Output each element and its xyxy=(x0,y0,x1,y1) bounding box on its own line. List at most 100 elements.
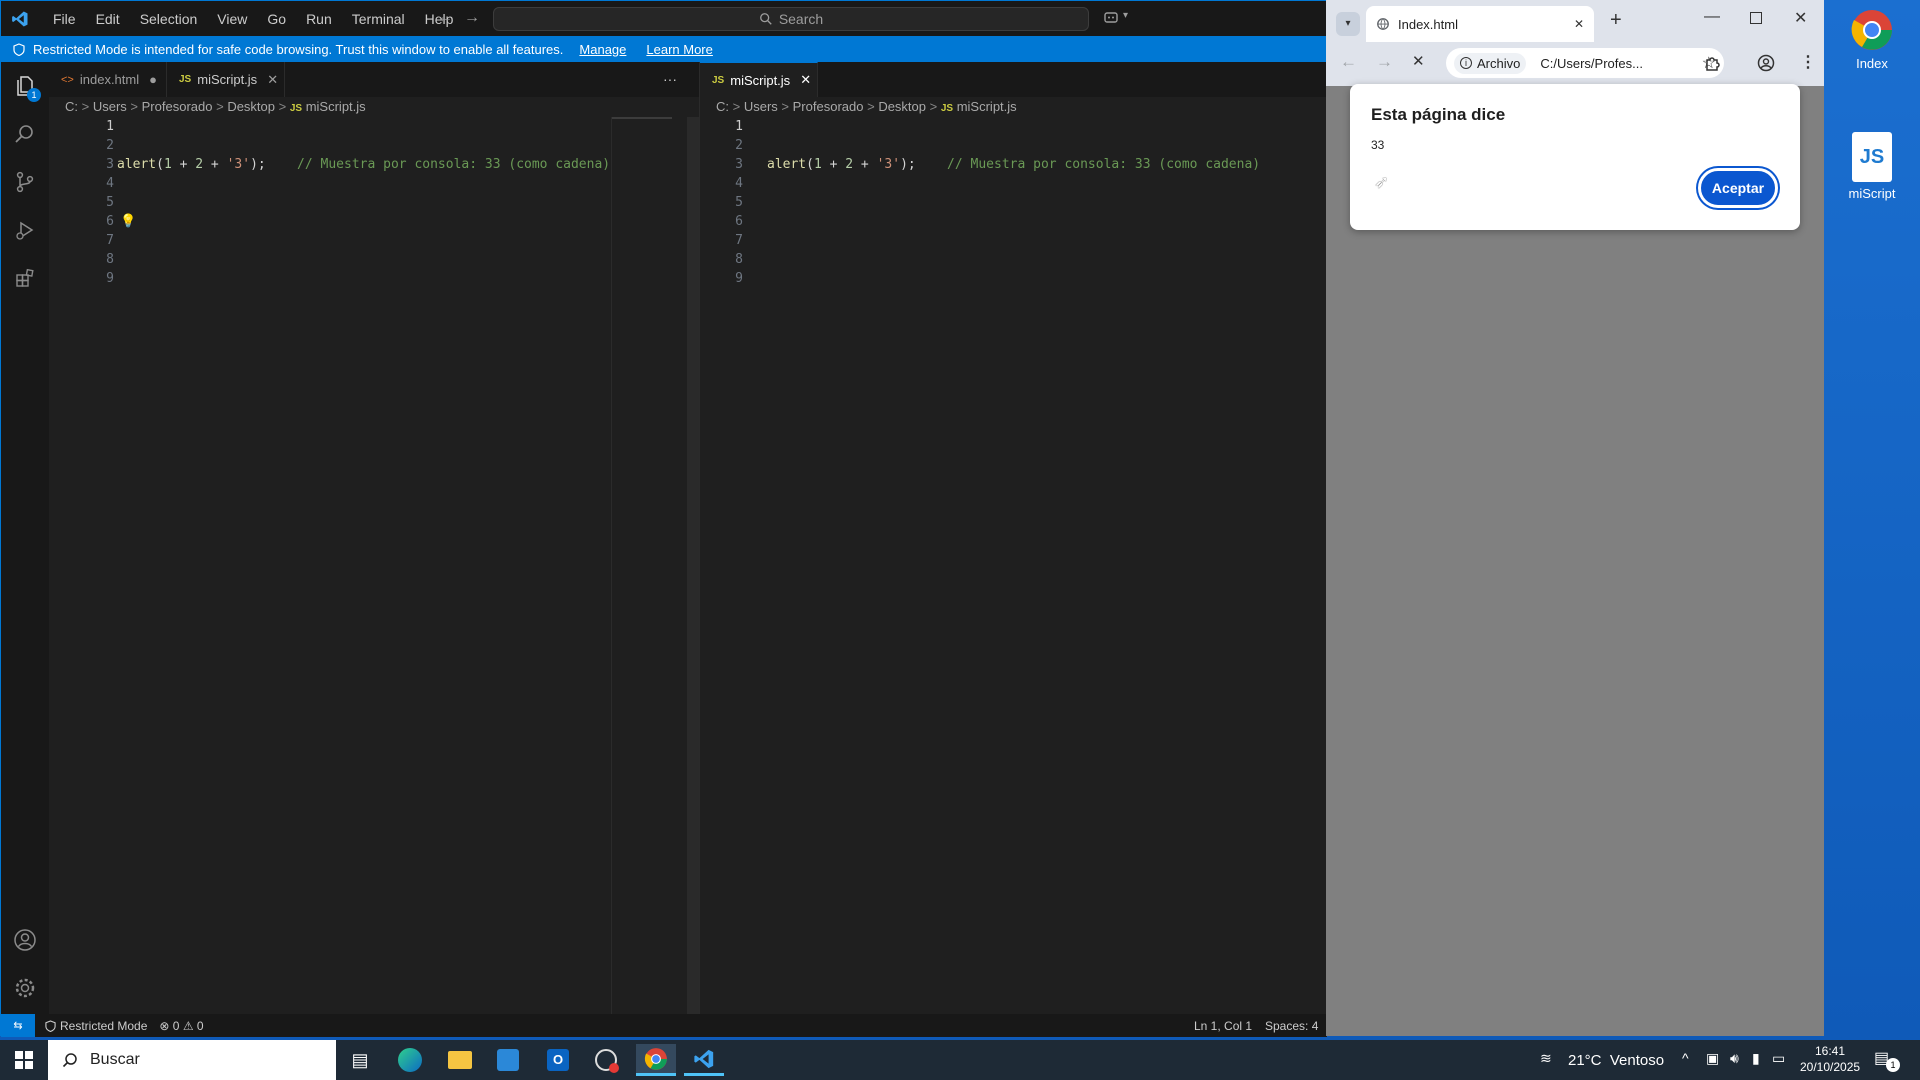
desktop-icon-index[interactable]: Index xyxy=(1832,8,1912,71)
back-arrow-icon[interactable]: ← xyxy=(437,9,453,27)
search-placeholder: Buscar xyxy=(90,1051,140,1068)
breadcrumb-item[interactable]: Profesorado xyxy=(793,99,864,114)
command-center-search[interactable]: Search xyxy=(493,7,1089,31)
code-token: ( xyxy=(806,157,814,172)
outlook-button[interactable]: O xyxy=(538,1044,578,1076)
menu-selection[interactable]: Selection xyxy=(140,11,198,27)
microphone-icon[interactable]: ▮ xyxy=(1752,1050,1760,1067)
scrollbar-track[interactable] xyxy=(687,117,699,1014)
line-number: 3 xyxy=(735,157,743,172)
close-icon[interactable]: ✕ xyxy=(267,72,278,88)
extensions-puzzle-icon[interactable] xyxy=(1704,54,1722,72)
menu-edit[interactable]: Edit xyxy=(96,11,120,27)
clock[interactable]: 16:41 20/10/2025 xyxy=(1800,1043,1860,1075)
tab-search-icon[interactable]: ▾ xyxy=(1336,12,1360,36)
store-button[interactable] xyxy=(488,1044,528,1076)
cursor-position[interactable]: Ln 1, Col 1 xyxy=(1194,1019,1252,1033)
stop-loading-icon[interactable]: ✕ xyxy=(1412,52,1425,70)
back-icon[interactable]: ← xyxy=(1340,52,1357,72)
notification-center-button[interactable]: ▤ 1 xyxy=(1874,1048,1900,1072)
code-editor[interactable]: alert(1 + 2 + '3'); // Muestra por conso… xyxy=(117,117,659,269)
file-explorer-button[interactable] xyxy=(440,1044,480,1076)
breadcrumb-item[interactable]: C: xyxy=(716,99,729,114)
manage-link[interactable]: Manage xyxy=(579,42,626,57)
app-button[interactable] xyxy=(586,1044,626,1076)
forward-arrow-icon[interactable]: → xyxy=(464,9,480,27)
network-icon[interactable]: ▭ xyxy=(1772,1050,1785,1067)
shield-icon xyxy=(13,42,25,56)
breadcrumb-item[interactable]: miScript.js xyxy=(957,99,1017,114)
accounts-button[interactable] xyxy=(13,928,37,952)
meet-icon[interactable]: ▣ xyxy=(1706,1050,1719,1067)
code-token: ); xyxy=(250,157,266,172)
kebab-menu-icon[interactable]: ⋮ xyxy=(1800,52,1816,72)
breadcrumb-item[interactable]: C: xyxy=(65,99,78,114)
browser-tab[interactable]: Index.html ✕ xyxy=(1366,6,1594,42)
breadcrumb-item[interactable]: miScript.js xyxy=(306,99,366,114)
search-icon xyxy=(759,13,772,25)
vscode-taskbar-button[interactable] xyxy=(684,1044,724,1076)
site-info-chip[interactable]: i Archivo xyxy=(1454,52,1527,74)
more-actions-icon[interactable]: ··· xyxy=(663,71,677,87)
show-hidden-icons-icon[interactable]: ^ xyxy=(1682,1050,1689,1066)
close-icon[interactable]: ✕ xyxy=(800,72,811,88)
chevron-down-icon[interactable]: ▾ xyxy=(1123,10,1128,21)
line-number: 9 xyxy=(106,271,114,286)
maximize-icon[interactable] xyxy=(1750,12,1762,24)
accept-button[interactable]: Aceptar xyxy=(1698,168,1778,208)
activity-bar: 1 xyxy=(1,62,49,1014)
task-view-button[interactable]: ▤ xyxy=(340,1044,380,1076)
source-control-button[interactable] xyxy=(13,170,37,194)
loading-globe-icon xyxy=(1377,18,1389,30)
extensions-button[interactable] xyxy=(13,266,37,290)
breadcrumb-item[interactable]: Users xyxy=(744,99,778,114)
desktop-icon-miscript[interactable]: JS miScript xyxy=(1832,132,1912,201)
run-debug-button[interactable] xyxy=(13,218,37,242)
profile-icon[interactable] xyxy=(1757,54,1775,72)
code-token: '3' xyxy=(226,157,251,172)
vscode-logo-icon xyxy=(12,11,28,26)
taskbar-search[interactable]: Buscar xyxy=(48,1040,336,1080)
menu-run[interactable]: Run xyxy=(306,11,332,27)
new-tab-icon[interactable]: + xyxy=(1610,9,1622,32)
remote-indicator[interactable]: ⇆ xyxy=(1,1014,35,1037)
breadcrumb-item[interactable]: Profesorado xyxy=(142,99,213,114)
tab-index-html[interactable]: <> index.html ● xyxy=(49,62,167,97)
copilot-icon[interactable] xyxy=(1103,10,1121,26)
explorer-button[interactable]: 1 xyxy=(13,74,41,102)
store-icon xyxy=(497,1049,519,1071)
weather-text[interactable]: 21°C Ventoso xyxy=(1568,1052,1664,1069)
breadcrumb-item[interactable]: Desktop xyxy=(878,99,926,114)
indentation-status[interactable]: Spaces: 4 xyxy=(1265,1019,1318,1033)
tab-miscript-js[interactable]: JS miScript.js ✕ xyxy=(167,62,285,97)
volume-icon[interactable]: 🔊︎ xyxy=(1730,1050,1739,1067)
search-view-button[interactable] xyxy=(13,122,37,146)
line-number: 1 xyxy=(735,119,743,134)
forward-icon[interactable]: → xyxy=(1376,52,1393,72)
unsaved-dot-icon[interactable]: ● xyxy=(149,72,157,87)
breadcrumb-item[interactable]: Desktop xyxy=(227,99,275,114)
close-tab-icon[interactable]: ✕ xyxy=(1574,17,1584,31)
learn-more-link[interactable]: Learn More xyxy=(646,42,712,57)
menu-terminal[interactable]: Terminal xyxy=(352,11,405,27)
chrome-taskbar-button[interactable] xyxy=(636,1044,676,1076)
start-button[interactable] xyxy=(4,1044,44,1076)
omnibox[interactable]: i Archivo C:/Users/Profes... ☆ xyxy=(1446,48,1724,78)
close-window-icon[interactable]: ✕ xyxy=(1794,8,1807,28)
windows-logo-icon xyxy=(15,1051,33,1069)
problems-status[interactable]: ⊗ 0 ⚠ 0 xyxy=(159,1019,203,1033)
tab-miscript-js-active[interactable]: JS miScript.js ✕ xyxy=(700,62,818,97)
menu-view[interactable]: View xyxy=(217,11,247,27)
weather-icon[interactable]: ≋ xyxy=(1540,1050,1552,1067)
restricted-mode-status[interactable]: Restricted Mode xyxy=(45,1019,147,1033)
menu-file[interactable]: File xyxy=(53,11,76,27)
menu-go[interactable]: Go xyxy=(267,11,286,27)
code-editor[interactable]: alert(1 + 2 + '3'); // Muestra por conso… xyxy=(767,117,1327,212)
minimize-icon[interactable]: — xyxy=(1704,8,1720,26)
lightbulb-icon[interactable]: 💡 xyxy=(120,214,136,229)
edge-button[interactable] xyxy=(390,1044,430,1076)
tab-title: Index.html xyxy=(1398,16,1458,32)
manage-settings-button[interactable] xyxy=(13,976,37,1000)
minimap-slider[interactable] xyxy=(611,117,612,1014)
breadcrumb-item[interactable]: Users xyxy=(93,99,127,114)
